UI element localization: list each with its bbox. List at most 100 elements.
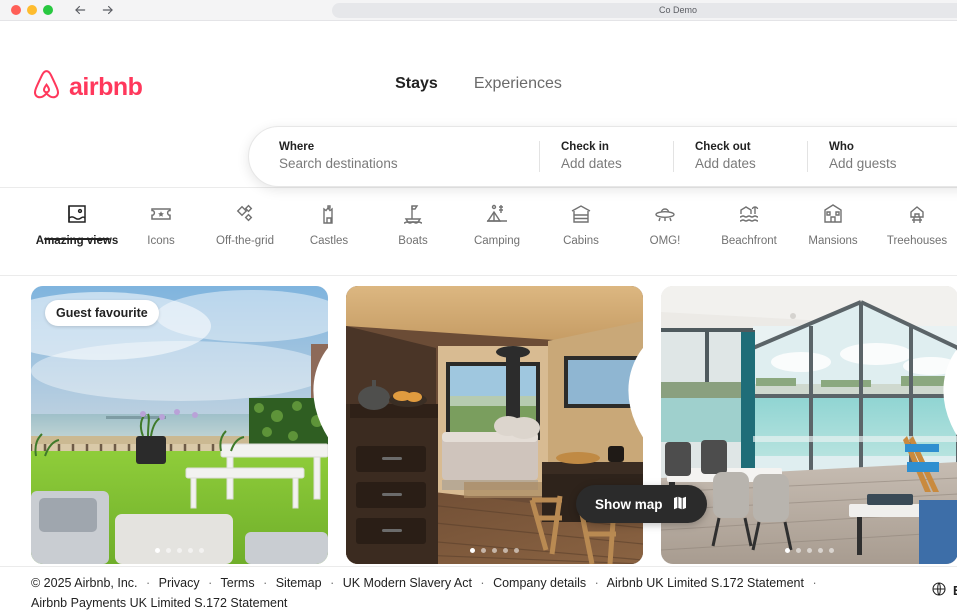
category-label: Boats [398,235,428,247]
category-cabins[interactable]: Cabins [539,188,623,247]
favourite-heart-icon[interactable] [290,300,328,438]
category-label: Treehouses [886,235,948,247]
carousel-dot[interactable] [188,548,193,553]
category-label: OMG! [649,235,681,247]
search-who-value: Add guests [829,155,897,171]
category-label: Cabins [563,235,599,247]
guest-favourite-badge: Guest favourite [45,300,159,326]
carousel-dot[interactable] [470,548,475,553]
show-map-label: Show map [595,496,663,512]
search-who-field[interactable]: Who Add guests [807,127,957,186]
amazing-views-icon [65,201,89,227]
search-checkout-value: Add dates [695,155,756,171]
tent-icon [485,201,509,227]
carousel-dot[interactable] [514,548,519,553]
tab-stays[interactable]: Stays [395,75,438,93]
photo-lakeside-living-room [661,286,957,564]
carousel-dot[interactable] [796,548,801,553]
footer-separator: · [330,576,335,590]
listing-card[interactable]: Guest favourite [31,286,328,564]
category-omg[interactable]: OMG! [623,188,707,247]
ufo-icon [653,201,677,227]
listing-grid: Guest favourite [0,276,957,564]
category-castles[interactable]: Castles [287,188,371,247]
footer-link-payments-s172-statement[interactable]: Airbnb Payments UK Limited S.172 Stateme… [31,596,287,610]
category-mansions[interactable]: Mansions [791,188,875,247]
category-label: Beachfront [721,235,777,247]
carousel-dot[interactable] [503,548,508,553]
footer-separator: · [594,576,599,590]
close-window-button[interactable] [11,5,21,15]
page-title: Co Demo [659,5,698,15]
browser-chrome: Co Demo [0,0,957,21]
carousel-dot[interactable] [492,548,497,553]
maximize-window-button[interactable] [43,5,53,15]
search-checkin-field[interactable]: Check in Add dates [539,127,673,186]
footer-link-terms[interactable]: Terms [221,576,255,590]
footer-link-s172-statement[interactable]: Airbnb UK Limited S.172 Statement [607,576,804,590]
cabin-icon [569,201,593,227]
minimize-window-button[interactable] [27,5,37,15]
category-label: Amazing views [35,235,119,247]
category-bar[interactable]: Amazing views Icons Off-the-grid Castles… [0,188,957,276]
category-boats[interactable]: Boats [371,188,455,247]
globe-icon [931,581,947,600]
category-beachfront[interactable]: Beachfront [707,188,791,247]
footer-link-uk-modern-slavery-act[interactable]: UK Modern Slavery Act [343,576,472,590]
category-treehouses[interactable]: Treehouses [875,188,957,247]
carousel-dot[interactable] [166,548,171,553]
category-label: Off-the-grid [216,235,274,247]
search-where-label: Where [279,141,315,154]
footer-separator: · [146,576,151,590]
category-icons[interactable]: Icons [119,188,203,247]
carousel-dot[interactable] [155,548,160,553]
search-checkout-field[interactable]: Check out Add dates [673,127,807,186]
address-bar[interactable]: Co Demo [332,2,957,18]
carousel-dot[interactable] [177,548,182,553]
show-map-button[interactable]: Show map [576,485,707,523]
carousel-dot[interactable] [818,548,823,553]
search-who-label: Who [829,141,854,154]
listing-photo[interactable]: Guest favourite [31,286,328,564]
favourite-heart-icon[interactable] [920,300,957,436]
photo-carousel-dots[interactable] [661,548,957,553]
primary-nav-tabs: Stays Experiences [0,75,957,93]
photo-carousel-dots[interactable] [31,548,328,553]
footer-copyright: © 2025 Airbnb, Inc. [31,576,138,590]
footer-separator: · [208,576,213,590]
listing-card[interactable] [661,286,957,564]
ticket-star-icon [149,201,173,227]
category-label: Icons [147,235,175,247]
window-controls[interactable] [0,5,53,15]
footer-separator: · [812,576,817,590]
forward-arrow-icon[interactable] [101,3,115,17]
site-footer: © 2025 Airbnb, Inc. · Privacy · Terms · … [0,566,957,612]
search-checkin-label: Check in [561,141,609,154]
footer-link-privacy[interactable]: Privacy [159,576,200,590]
search-where-value: Search destinations [279,155,398,171]
tab-experiences[interactable]: Experiences [474,75,562,93]
photo-carousel-dots[interactable] [346,548,643,553]
castle-icon [317,201,341,227]
footer-link-sitemap[interactable]: Sitemap [276,576,322,590]
listing-photo[interactable] [661,286,957,564]
search-where-field[interactable]: Where Search destinations [249,127,539,186]
footer-separator: · [480,576,485,590]
carousel-dot[interactable] [785,548,790,553]
photo-rooftop-terrace [31,286,328,564]
carousel-dot[interactable] [807,548,812,553]
carousel-dot[interactable] [481,548,486,553]
category-amazing-views[interactable]: Amazing views [35,188,119,247]
carousel-dot[interactable] [829,548,834,553]
category-off-the-grid[interactable]: Off-the-grid [203,188,287,247]
search-bar[interactable]: Where Search destinations Check in Add d… [248,126,957,187]
language-selector[interactable]: En [931,581,957,600]
footer-link-company-details[interactable]: Company details [493,576,586,590]
mansion-icon [821,201,845,227]
category-camping[interactable]: Camping [455,188,539,247]
carousel-dot[interactable] [199,548,204,553]
favourite-heart-icon[interactable] [605,300,643,438]
treehouse-icon [905,201,929,227]
diamonds-icon [233,201,257,227]
back-arrow-icon[interactable] [73,3,87,17]
